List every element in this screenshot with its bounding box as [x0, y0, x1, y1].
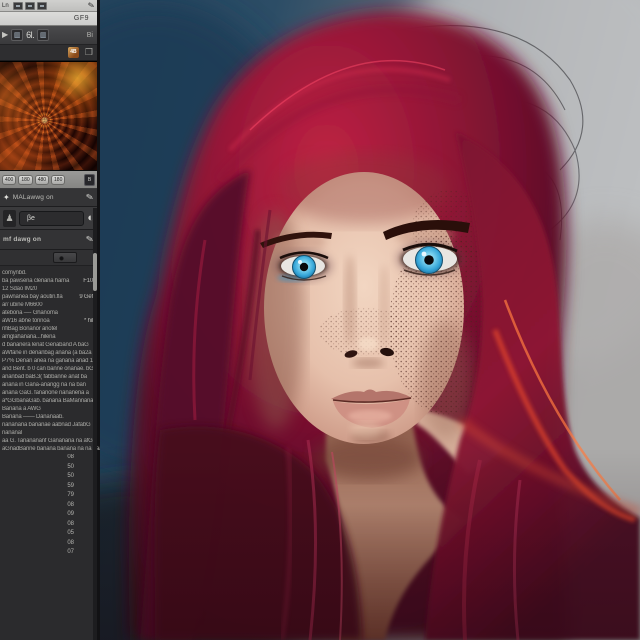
portrait-artwork	[100, 0, 640, 640]
panel-title-text: GF9	[74, 15, 89, 22]
property-line: aW16 abne tonnoa* hil	[2, 317, 93, 325]
tool-label[interactable]: 6l.	[26, 30, 34, 40]
sparkle-icon: ✦	[3, 193, 10, 202]
property-line: d bananera lenat Genaband A baG	[2, 341, 93, 349]
tool-label-right[interactable]: Bi	[87, 32, 93, 39]
value-column: 08 50 50 59 79 08 09 08 05 08	[2, 453, 74, 558]
bottom-vignette	[100, 0, 640, 640]
value-entry: 50	[2, 472, 74, 482]
properties-text-panel: comynbd. ba pawsena clenana hamaF10 12 S…	[0, 266, 97, 558]
option-toggle-button[interactable]	[13, 2, 23, 10]
preset-pill-button[interactable]: 480	[35, 175, 49, 185]
property-line: a*GGbanaGab. banana BaMannana	[2, 397, 93, 405]
image-canvas[interactable]	[100, 0, 640, 640]
option-toggle-button[interactable]	[37, 2, 47, 10]
tool-bar: ▶ ▥ 6l. ▥ Bi	[0, 26, 97, 45]
layer-name-chip[interactable]: βe	[19, 211, 84, 226]
property-line: nfiBag Bonanor anotel	[2, 325, 93, 333]
property-line: and Bent. b 0 can banne onanae. bGa	[2, 365, 93, 373]
panel-title-bar: GF9	[0, 12, 97, 26]
scrollbar-thumb[interactable]	[93, 253, 97, 291]
options-label: Ln	[2, 3, 9, 9]
property-line: P7% Denan anea na ganana anad 10	[2, 357, 93, 365]
property-line: ba pawsena clenana hamaF10	[2, 277, 93, 285]
value-entry: 08	[2, 453, 74, 463]
property-line: ananbad baB.3( fabbanne anat ba	[2, 373, 93, 381]
value-entry: 08	[2, 520, 74, 530]
value-entry: 08	[2, 539, 74, 549]
stamp-icon[interactable]: ❒	[85, 47, 93, 58]
property-line: amglahanana...hilena	[2, 333, 93, 341]
layer-row-adjustment[interactable]: mf dawg on ✎	[0, 230, 97, 250]
value-entry: 59	[2, 482, 74, 492]
property-line: anana in Gana-anangg na na ban	[2, 381, 93, 389]
bust-icon: ♟	[3, 210, 16, 227]
option-toggle-button[interactable]	[25, 2, 35, 10]
value-entry: 09	[2, 510, 74, 520]
sub-tool-bar: 4B ❒	[0, 45, 97, 61]
top-options-bar: Ln ✎	[0, 0, 97, 12]
property-line: aa G. Tananananf Gananana na afG	[2, 437, 93, 445]
preset-pill-button[interactable]: 180	[18, 175, 32, 185]
property-line: aGnadBanne banana banana na na daa	[2, 445, 93, 453]
value-entry: 79	[2, 491, 74, 501]
property-line: Banana a AWG	[2, 405, 93, 413]
photo-editor-window: { "panel": { "top_bar": {"left_label": "…	[0, 0, 640, 640]
preset-pill-button[interactable]: 400	[2, 175, 16, 185]
property-line: Banana —— Dananaab.	[2, 413, 93, 421]
layer-label: mf dawg on	[3, 236, 41, 243]
grid-tool-icon[interactable]: ▥	[37, 29, 49, 41]
editor-side-panel: Ln ✎ GF9 ▶ ▥ 6l. ▥ Bi 4B ❒ 400 180 480 1…	[0, 0, 100, 640]
pen-icon[interactable]: ✎	[86, 191, 95, 203]
swatch-badge[interactable]: 4B	[68, 47, 79, 58]
brush-icon[interactable]: ✎	[88, 1, 96, 10]
value-entry: 50	[2, 463, 74, 473]
property-line: 12 Sdao IM20	[2, 285, 93, 293]
layer-row-masking[interactable]: ✦ MALawwg on ✎	[0, 189, 97, 207]
property-line: pawnanea bay aoutin.fla9 Gef	[2, 293, 93, 301]
property-line: atebona —- Ghanoma	[2, 309, 93, 317]
value-entry: 05	[2, 529, 74, 539]
preset-pill-button[interactable]: 180	[51, 175, 65, 185]
property-line: ar/ ubine M6600	[2, 301, 93, 309]
property-line: nananal	[2, 429, 93, 437]
play-icon[interactable]: ▶	[2, 30, 8, 40]
dark-option-button[interactable]: B	[84, 174, 95, 186]
properties-section-header	[0, 250, 97, 266]
property-line: comynbd.	[2, 269, 93, 277]
property-line: anana GaG. fananone nananena a	[2, 389, 93, 397]
property-line: aWfane in denanbag anana (a ba2a	[2, 349, 93, 357]
layer-label: MALawwg on	[13, 194, 54, 201]
layer-row-selected[interactable]: ♟ βe ◐	[0, 207, 97, 230]
preset-button-row: 400 180 480 180 B	[0, 171, 97, 189]
value-entry: 07	[2, 548, 74, 558]
fractal-artwork-thumbnail[interactable]	[0, 61, 97, 171]
value-entry: 08	[2, 501, 74, 511]
property-line-list: comynbd. ba pawsena clenana hamaF10 12 S…	[2, 269, 93, 453]
property-line: nananana bananae aabnad JafabG	[2, 421, 93, 429]
dial-knob[interactable]	[53, 252, 77, 263]
grid-tool-icon[interactable]: ▥	[11, 29, 23, 41]
panel-scrollbar[interactable]	[93, 208, 97, 640]
